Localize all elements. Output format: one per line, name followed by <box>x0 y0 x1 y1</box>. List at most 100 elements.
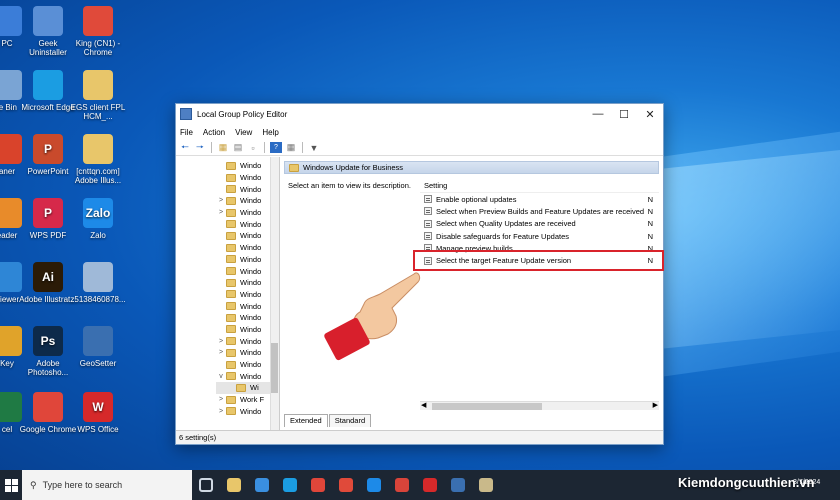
tree-expander-icon[interactable]: > <box>216 349 226 356</box>
folder-icon <box>226 161 236 170</box>
tree-scrollbar[interactable] <box>270 157 279 430</box>
folder-icon <box>226 267 236 276</box>
taskbar-app-button[interactable] <box>220 470 248 500</box>
folder-icon <box>226 185 236 194</box>
desktop-shortcut-label: King (CN1) - Chrome <box>75 39 121 57</box>
clock-date: 3/7/2024 <box>793 479 821 486</box>
tree-node-label: Windo <box>240 371 262 381</box>
policy-setting-row[interactable]: Select when Preview Builds and Feature U… <box>420 205 659 217</box>
menu-action[interactable]: Action <box>203 128 225 137</box>
scroll-right-arrow-icon[interactable]: ▶ <box>653 401 658 409</box>
desktop-shortcut[interactable]: King (CN1) - Chrome <box>69 6 127 57</box>
policy-setting-row[interactable]: Disable safeguards for Feature Updates N <box>420 230 659 242</box>
taskbar-app-button[interactable] <box>332 470 360 500</box>
folder-icon <box>226 302 236 311</box>
menu-view[interactable]: View <box>235 128 252 137</box>
pane-header-title: Windows Update for Business <box>303 163 404 172</box>
maximize-button[interactable]: ☐ <box>611 104 637 124</box>
taskbar-app-button[interactable] <box>192 470 220 500</box>
back-arrow-icon[interactable]: 🠔 <box>179 142 191 153</box>
tab-extended[interactable]: Extended <box>284 414 328 427</box>
tree-node-label: Windo <box>240 289 262 299</box>
folder-icon <box>226 407 236 416</box>
list-horizontal-scrollbar[interactable]: ◀ ▶ <box>420 401 659 410</box>
menu-help[interactable]: Help <box>262 128 278 137</box>
tree-node-label: Windo <box>240 254 262 264</box>
desktop-shortcut[interactable]: [cnttqn.com] Adobe Illus... <box>69 134 127 185</box>
pointing-hand-icon <box>324 272 421 361</box>
title-bar[interactable]: Local Group Policy Editor — ☐ ✕ <box>176 104 663 124</box>
zalo-icon: Zalo <box>83 198 113 228</box>
status-bar: 6 setting(s) <box>176 430 663 444</box>
folder-icon <box>226 173 236 182</box>
tree-expander-icon[interactable]: > <box>216 197 226 204</box>
illustrator-icon: Ai <box>33 262 63 292</box>
tree-node-label: Windo <box>240 266 262 276</box>
desktop-shortcut[interactable]: W WPS Office <box>69 392 127 434</box>
folder-icon <box>226 196 236 205</box>
desktop-shortcut[interactable]: EGS client FPL HCM_... <box>69 70 127 121</box>
tree-expander-icon[interactable]: > <box>216 408 226 415</box>
properties-icon[interactable]: ▦ <box>285 142 297 153</box>
menu-file[interactable]: File <box>180 128 193 137</box>
start-button[interactable] <box>0 470 22 500</box>
policy-setting-state: N <box>647 231 653 241</box>
scroll-left-arrow-icon[interactable]: ◀ <box>421 401 426 409</box>
folder-icon <box>236 383 246 392</box>
tree-expander-icon[interactable]: v <box>216 373 226 380</box>
tab-standard[interactable]: Standard <box>328 414 372 427</box>
tree-node-label: Windo <box>240 184 262 194</box>
taskbar-app-button[interactable] <box>360 470 388 500</box>
horizontal-scroll-thumb[interactable] <box>432 403 542 410</box>
column-header-setting[interactable]: Setting <box>420 179 659 193</box>
file-explorer-icon <box>227 478 241 492</box>
folder-icon <box>226 290 236 299</box>
taskbar-app-button[interactable] <box>388 470 416 500</box>
edge-icon <box>33 70 63 100</box>
tree-node-label: Windo <box>240 219 262 229</box>
taskbar-clock[interactable]: 3/7/2024 <box>793 478 820 487</box>
policy-setting-row[interactable]: Enable optional updates N <box>420 193 659 205</box>
folder-icon <box>226 360 236 369</box>
tree-node-label: Windo <box>240 360 262 370</box>
tree-node-label: Windo <box>240 301 262 311</box>
taskbar-app-button[interactable] <box>444 470 472 500</box>
desktop-shortcut-label: WPS Office <box>77 425 119 434</box>
tree-expander-icon[interactable]: > <box>216 396 226 403</box>
tree-expander-icon[interactable]: > <box>216 209 226 216</box>
tree-scroll-thumb[interactable] <box>271 343 278 393</box>
minimize-button[interactable]: — <box>585 104 611 124</box>
folder-icon <box>226 208 236 217</box>
policy-setting-state: N <box>647 219 653 229</box>
policy-setting-state: N <box>647 206 653 216</box>
chrome-taskbar-icon <box>311 478 325 492</box>
up-folder-icon[interactable]: ▦ <box>217 142 229 153</box>
export-list-icon[interactable]: ▫ <box>247 142 259 153</box>
filter-icon[interactable]: ▼ <box>308 142 320 153</box>
forward-arrow-icon[interactable]: 🠖 <box>194 142 206 153</box>
policy-setting-state: N <box>647 194 653 204</box>
desktop-shortcut[interactable]: GeoSetter <box>69 326 127 368</box>
tree-expander-icon[interactable]: > <box>216 338 226 345</box>
desktop-shortcut[interactable]: z5138460878... <box>69 262 127 304</box>
help-icon[interactable]: ? <box>270 142 282 153</box>
taskbar-app-button[interactable] <box>416 470 444 500</box>
toolbar: 🠔 🠖 ▦ ▤ ▫ ? ▦ ▼ <box>176 140 663 156</box>
policy-setting-row[interactable]: Select when Quality Updates are received… <box>420 218 659 230</box>
photoshop-icon: Ps <box>33 326 63 356</box>
desktop-shortcut-label: GeoSetter <box>79 359 117 368</box>
tree-node-label: Work F <box>240 395 265 405</box>
close-button[interactable]: ✕ <box>637 104 663 124</box>
pane-header: Windows Update for Business <box>284 161 659 174</box>
desktop-shortcut[interactable]: Zalo Zalo <box>69 198 127 240</box>
taskbar-search[interactable]: ⚲ Type here to search <box>22 470 192 500</box>
policy-setting-label: Enable optional updates <box>436 194 517 204</box>
taskbar-app-button[interactable] <box>248 470 276 500</box>
taskbar-app-button[interactable] <box>276 470 304 500</box>
taskbar-app-button[interactable] <box>304 470 332 500</box>
toolbar-separator <box>302 142 303 153</box>
tree-node-label: Windo <box>240 313 262 323</box>
show-hide-tree-icon[interactable]: ▤ <box>232 142 244 153</box>
taskbar-app-button[interactable] <box>472 470 500 500</box>
description-text: Select an item to view its description. <box>288 181 411 190</box>
